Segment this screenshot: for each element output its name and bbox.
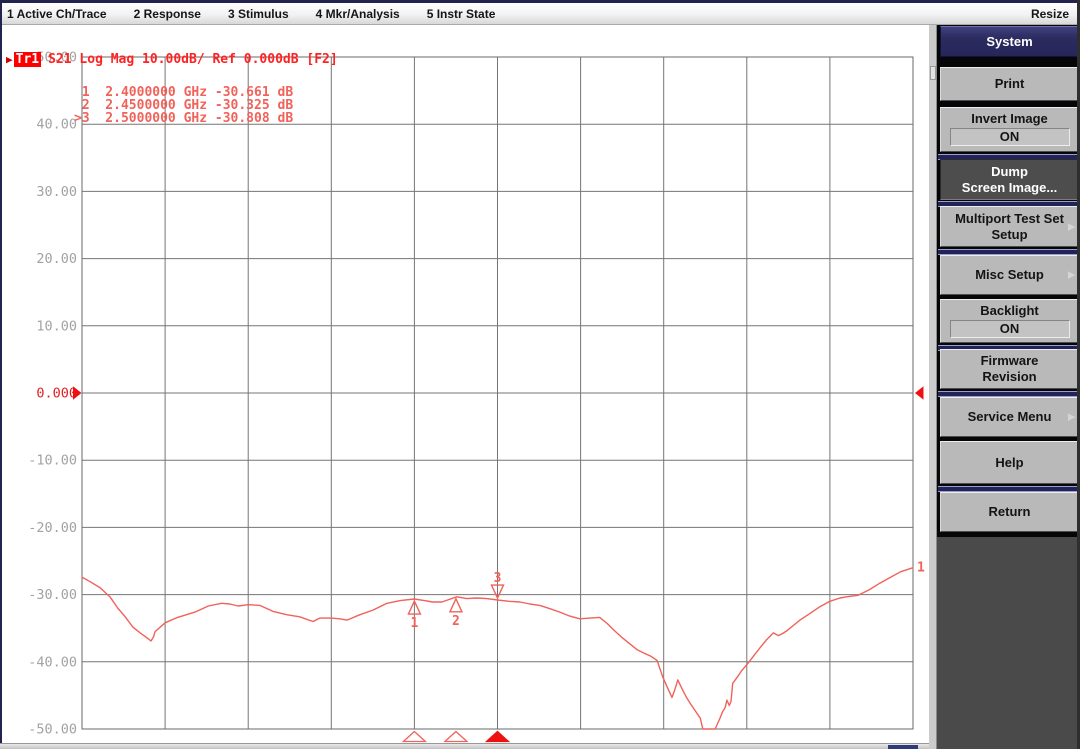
menu-item-instr-state[interactable]: 5 Instr State [427, 7, 496, 21]
menu-bar: 1 Active Ch/Trace 2 Response 3 Stimulus … [2, 3, 1077, 25]
marker-number-label: 3 [494, 571, 502, 586]
sidebar-button-print[interactable]: Print [940, 67, 1079, 101]
ref-level-marker-right-icon [915, 386, 924, 399]
marker-stimulus-indicator-active [487, 732, 509, 742]
menu-item-mkr-analysis[interactable]: 4 Mkr/Analysis [316, 7, 400, 21]
menu-item-stimulus[interactable]: 3 Stimulus [228, 7, 289, 21]
sidebar-button-invert-image[interactable]: Invert Image ON [940, 107, 1079, 152]
menu-item-resize[interactable]: Resize [1031, 7, 1069, 21]
sidebar-button-misc-setup[interactable]: Misc Setup ▶ [940, 255, 1079, 295]
menu-item-response[interactable]: 2 Response [134, 7, 201, 21]
sidebar-scroll-nub[interactable] [930, 66, 936, 80]
active-trace-indicator-icon: ▶ [6, 53, 13, 66]
button-label: Firmware Revision [981, 353, 1039, 385]
button-label: Help [995, 455, 1023, 471]
marker-stimulus-indicator [445, 732, 467, 742]
y-axis-tick-label: 20.00 [36, 251, 77, 267]
button-label: Backlight [980, 303, 1039, 319]
bottom-strip-handle[interactable] [888, 745, 918, 749]
sidebar-button-system[interactable]: System [940, 26, 1079, 57]
marker-readout-line-3: >3 2.5000000 GHz -30.808 dB [74, 112, 293, 125]
button-label: Misc Setup [975, 267, 1044, 283]
measurement-display-area[interactable]: 50.0040.0030.0020.0010.000.000-10.00-20.… [2, 25, 929, 749]
button-label: System [986, 34, 1032, 50]
trace-number-label: 1 [917, 561, 925, 576]
sidebar-button-firmware-revision[interactable]: Firmware Revision [940, 349, 1079, 389]
y-axis-tick-label: 40.00 [36, 117, 77, 133]
y-axis-tick-label: -20.00 [28, 520, 77, 536]
menu-item-active-ch-trace[interactable]: 1 Active Ch/Trace [7, 7, 107, 21]
sidebar-button-dump-screen-image[interactable]: Dump Screen Image... [940, 159, 1079, 200]
marker-readout: 1 2.4000000 GHz -30.661 dB 2 2.4500000 G… [74, 86, 293, 125]
submenu-arrow-icon: ▶ [1068, 271, 1075, 280]
y-axis-tick-label: 30.00 [36, 184, 77, 200]
button-label: Invert Image [971, 111, 1048, 127]
sidebar-button-backlight[interactable]: Backlight ON [940, 299, 1079, 343]
s21-trace-plot: 50.0040.0030.0020.0010.000.000-10.00-20.… [2, 25, 929, 749]
marker-flag [450, 599, 462, 612]
trace-status-line[interactable]: ▶ Tr1 S21 Log Mag 10.00dB/ Ref 0.000dB [… [6, 52, 338, 67]
sidebar-button-service-menu[interactable]: Service Menu ▶ [940, 397, 1079, 437]
y-axis-tick-label: -10.00 [28, 453, 77, 469]
sidebar-edge-strip[interactable] [929, 25, 937, 749]
sidebar-button-help[interactable]: Help [940, 441, 1079, 484]
marker-number-label: 2 [452, 614, 460, 629]
y-axis-tick-label: 0.000 [36, 386, 77, 402]
button-label: Return [989, 504, 1031, 520]
button-label: Dump Screen Image... [962, 164, 1057, 196]
button-label: Print [995, 76, 1025, 92]
sidebar-button-return[interactable]: Return [940, 492, 1079, 532]
marker-stimulus-indicator [403, 732, 425, 742]
submenu-arrow-icon: ▶ [1068, 222, 1075, 231]
submenu-arrow-icon: ▶ [1068, 413, 1075, 422]
sidebar-button-multiport-test-set-setup[interactable]: Multiport Test Set Setup ▶ [940, 206, 1079, 247]
invert-image-state-indicator: ON [950, 128, 1070, 146]
y-axis-tick-label: -40.00 [28, 654, 77, 670]
ref-level-marker-left-icon [73, 386, 82, 399]
button-label: Multiport Test Set Setup [955, 211, 1064, 243]
bottom-scroll-strip[interactable] [0, 743, 937, 749]
backlight-state-indicator: ON [950, 320, 1070, 338]
y-axis-tick-label: -30.00 [28, 587, 77, 603]
y-axis-tick-label: 10.00 [36, 318, 77, 334]
trace-format-text: S21 Log Mag 10.00dB/ Ref 0.000dB [F2] [48, 52, 338, 67]
y-axis-tick-label: -50.00 [28, 722, 77, 738]
softkey-sidebar: System Print Invert Image ON Dump Screen… [929, 25, 1080, 749]
marker-number-label: 1 [410, 616, 418, 631]
button-label: Service Menu [968, 409, 1052, 425]
trace-badge[interactable]: Tr1 [14, 52, 41, 67]
